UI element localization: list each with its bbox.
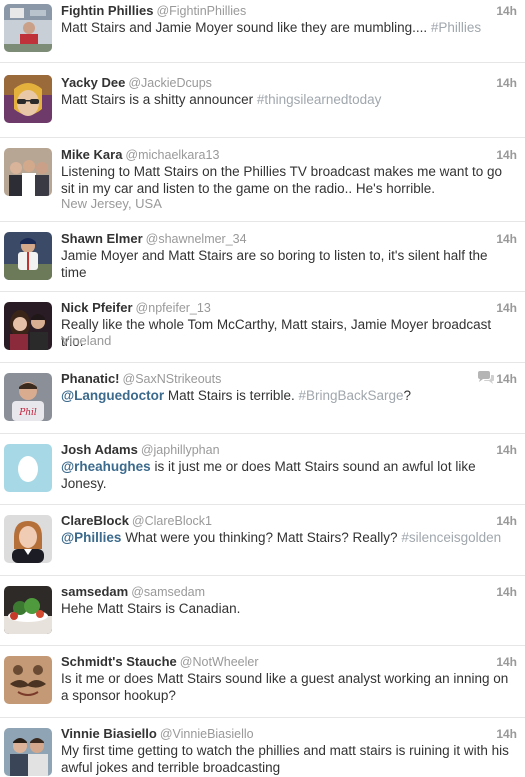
avatar[interactable] <box>4 586 52 634</box>
timestamp[interactable]: 14h <box>496 513 517 529</box>
timestamp[interactable]: 14h <box>496 371 517 387</box>
tweet-item[interactable]: Schmidt's Stauche @NotWheeler 14h Is it m… <box>0 645 525 717</box>
avatar-couple-photo <box>4 302 52 350</box>
tweet-location[interactable]: New Jersey, USA <box>61 196 162 212</box>
author-name[interactable]: Vinnie Biasiello <box>61 726 157 741</box>
tweet-item[interactable]: Phil Phanatic! @SaxNStrikeouts 14h @Langu… <box>0 362 525 433</box>
author-handle[interactable]: @ClareBlock1 <box>132 514 212 528</box>
avatar-two-men-photo <box>4 728 52 776</box>
author-name[interactable]: Nick Pfeifer <box>61 300 133 315</box>
timestamp[interactable]: 14h <box>496 75 517 91</box>
avatar[interactable] <box>4 302 52 350</box>
author-handle[interactable]: @VinnieBiasiello <box>160 727 254 741</box>
hashtag-link[interactable]: #Phillies <box>431 20 481 35</box>
avatar[interactable] <box>4 728 52 776</box>
avatar-phillies-fan-photo: Phil <box>4 373 52 421</box>
avatar[interactable] <box>4 444 52 492</box>
hashtag-link[interactable]: #silenceisgolden <box>401 530 501 545</box>
timestamp[interactable]: 14h <box>496 442 517 458</box>
tweet-item[interactable]: Nick Pfeifer @npfeifer_13 14h Really like… <box>0 291 525 362</box>
avatar[interactable] <box>4 4 52 52</box>
avatar[interactable] <box>4 515 52 563</box>
author-handle[interactable]: @FightinPhillies <box>156 4 246 18</box>
tweet-text: Really like the whole Tom McCarthy, Matt… <box>61 317 492 349</box>
timestamp[interactable]: 14h <box>496 584 517 600</box>
timestamp[interactable]: 14h <box>496 147 517 163</box>
timestamp[interactable]: 14h <box>496 300 517 316</box>
avatar-food-photo <box>4 586 52 634</box>
tweet-item[interactable]: Josh Adams @japhillyphan 14h @rheahughes … <box>0 433 525 504</box>
author-name[interactable]: Phanatic! <box>61 371 120 386</box>
author-handle[interactable]: @npfeifer_13 <box>136 301 211 315</box>
tweet-timeline: Fightin Phillies @FightinPhillies 14h Mat… <box>0 0 525 777</box>
author-handle[interactable]: @samsedam <box>131 585 205 599</box>
tweet-text: My first time getting to watch the phill… <box>61 743 509 775</box>
author-name[interactable]: Shawn Elmer <box>61 231 143 246</box>
tweet-text: Jamie Moyer and Matt Stairs are so borin… <box>61 248 488 280</box>
avatar-woman-portrait <box>4 515 52 563</box>
tweet-text: @Phillies What were you thinking? Matt S… <box>61 530 502 545</box>
tweet-item[interactable]: Shawn Elmer @shawnelmer_34 14h Jamie Moye… <box>0 221 525 291</box>
timestamp[interactable]: 14h <box>496 654 517 670</box>
avatar[interactable] <box>4 75 52 123</box>
avatar-default-egg <box>4 444 52 492</box>
timestamp[interactable]: 14h <box>496 726 517 742</box>
tweet-location[interactable]: Vineland <box>61 333 111 349</box>
tweet-item[interactable]: Vinnie Biasiello @VinnieBiasiello 14h My … <box>0 717 525 777</box>
tweet-text: Matt Stairs is a shitty announcer #thing… <box>61 92 382 107</box>
tweet-item[interactable]: Mike Kara @michaelkara13 14h Listening to… <box>0 137 525 221</box>
tweet-text: Is it me or does Matt Stairs sound like … <box>61 671 509 703</box>
author-name[interactable]: samsedam <box>61 584 128 599</box>
tweet-item[interactable]: Yacky Dee @JackieDcups 14h Matt Stairs is… <box>0 62 525 137</box>
avatar-baseball-player-photo <box>4 232 52 280</box>
avatar[interactable] <box>4 656 52 704</box>
author-handle[interactable]: @shawnelmer_34 <box>146 232 247 246</box>
avatar[interactable] <box>4 232 52 280</box>
mention-link[interactable]: @Languedoctor <box>61 388 164 403</box>
hashtag-link[interactable]: #thingsilearnedtoday <box>257 92 382 107</box>
conversation-icon[interactable] <box>477 371 495 385</box>
hashtag-link[interactable]: #BringBackSarge <box>298 388 403 403</box>
svg-text:Phil: Phil <box>18 408 37 418</box>
tweet-text: Hehe Matt Stairs is Canadian. <box>61 601 241 616</box>
mention-link[interactable]: @Phillies <box>61 530 121 545</box>
tweet-item[interactable]: ClareBlock @ClareBlock1 14h @Phillies Wha… <box>0 504 525 575</box>
author-handle[interactable]: @michaelkara13 <box>125 148 219 162</box>
tweet-text: @rheahughes is it just me or does Matt S… <box>61 459 476 491</box>
author-name[interactable]: Fightin Phillies <box>61 3 153 18</box>
author-handle[interactable]: @NotWheeler <box>180 655 259 669</box>
mention-link[interactable]: @rheahughes <box>61 459 151 474</box>
avatar-group-photo <box>4 148 52 196</box>
author-name[interactable]: Yacky Dee <box>61 75 125 90</box>
author-handle[interactable]: @SaxNStrikeouts <box>123 372 222 386</box>
tweet-text: Matt Stairs and Jamie Moyer sound like t… <box>61 20 482 35</box>
avatar-sunglasses-photo <box>4 75 52 123</box>
avatar[interactable]: Phil <box>4 373 52 421</box>
tweet-text: @Languedoctor Matt Stairs is terrible. #… <box>61 388 412 403</box>
author-name[interactable]: Schmidt's Stauche <box>61 654 177 669</box>
avatar-mustache-photo <box>4 656 52 704</box>
tweet-item[interactable]: Fightin Phillies @FightinPhillies 14h Mat… <box>0 0 525 62</box>
tweet-text: Listening to Matt Stairs on the Phillies… <box>61 164 502 196</box>
avatar[interactable] <box>4 148 52 196</box>
timestamp[interactable]: 14h <box>496 231 517 247</box>
author-name[interactable]: Josh Adams <box>61 442 138 457</box>
author-name[interactable]: Mike Kara <box>61 147 122 162</box>
timestamp[interactable]: 14h <box>496 3 517 19</box>
avatar-stadium-photo <box>4 4 52 52</box>
author-name[interactable]: ClareBlock <box>61 513 129 528</box>
tweet-item[interactable]: samsedam @samsedam 14h Hehe Matt Stairs i… <box>0 575 525 645</box>
author-handle[interactable]: @japhillyphan <box>141 443 220 457</box>
author-handle[interactable]: @JackieDcups <box>128 76 212 90</box>
